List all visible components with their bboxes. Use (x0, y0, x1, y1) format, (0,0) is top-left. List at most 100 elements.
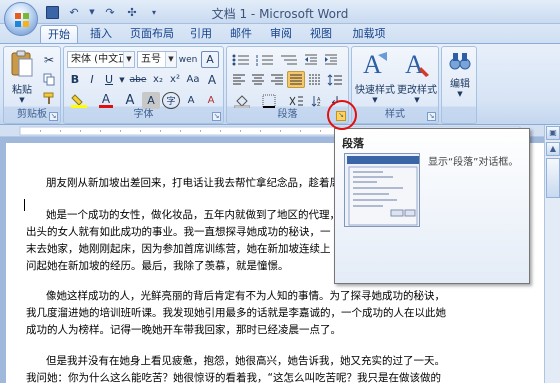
styles-group-label: 样式 (385, 109, 405, 120)
office-button[interactable] (4, 2, 38, 36)
change-case-button[interactable]: Aa (184, 71, 202, 88)
line-spacing-icon[interactable] (325, 71, 345, 88)
font-color-button[interactable]: A (94, 92, 118, 109)
align-left-icon[interactable] (230, 71, 248, 88)
highlighter-icon (71, 93, 87, 108)
editing-label: 编辑 (450, 79, 470, 90)
tab-review[interactable]: 审阅 (264, 25, 298, 43)
char-shading-button[interactable]: A (142, 92, 160, 109)
doc-line: 像她这样成功的人，光鲜亮丽的背后肯定有不为人知的事情。为了探寻她成功的秘诀， (46, 290, 445, 302)
window-title: 文档 1 - Microsoft Word (211, 7, 349, 21)
distributed-icon[interactable] (306, 71, 324, 88)
borders-icon[interactable] (257, 92, 281, 109)
paste-label: 粘贴 (12, 85, 32, 96)
format-painter-icon[interactable] (41, 90, 57, 106)
ribbon-tabs: 开始 插入 页面布局 引用 邮件 审阅 视图 加载项 (0, 24, 560, 43)
justify-icon[interactable] (287, 71, 305, 88)
tab-view[interactable]: 视图 (304, 25, 338, 43)
scroll-thumb[interactable] (546, 158, 560, 198)
doc-line: 我问她：你为什么这么能吃苦？她很惊讶的看着我，“这怎么叫吃苦呢？我只是在做该做的 (26, 372, 441, 383)
increase-indent-icon[interactable] (322, 51, 340, 68)
tab-home[interactable]: 开始 (40, 25, 78, 43)
chevron-down-icon[interactable]: ▼ (457, 90, 462, 98)
cut-icon[interactable]: ✂ (41, 52, 57, 68)
superscript-button[interactable]: x² (167, 71, 183, 88)
tooltip-description: 显示“段落”对话框。 (428, 157, 519, 168)
sort-icon[interactable]: AZ (309, 92, 325, 109)
tab-addins[interactable]: 加载项 (346, 25, 392, 43)
tab-mailings[interactable]: 邮件 (224, 25, 258, 43)
phonetic-guide-button[interactable]: wen (179, 51, 198, 68)
chinese-layout-icon[interactable] (285, 92, 307, 109)
doc-line: 成功的人为榜样。记得一晚她开车带我回家，那时已经凌晨一点了。 (26, 324, 341, 336)
bullets-button[interactable] (230, 51, 252, 68)
doc-line: 问起她在新加坡的经历。最后，我除了羡慕，就是憧憬。 (26, 260, 289, 272)
doc-line: 她是一个成功的女性，做化妆品，五年内就做到了地区的代理， (46, 209, 340, 221)
font-launcher-icon[interactable]: ↘ (212, 112, 221, 121)
align-center-icon[interactable] (249, 71, 267, 88)
font-size-a-button[interactable]: A (120, 92, 140, 109)
tooltip-title: 段落 (342, 137, 364, 150)
shading-icon[interactable] (230, 92, 254, 109)
svg-text:A: A (363, 50, 382, 79)
chevron-down-icon[interactable]: ▼ (372, 96, 377, 104)
multilevel-list-button[interactable] (278, 51, 300, 68)
vertical-scrollbar[interactable]: ▣ ▲ (544, 125, 560, 383)
quick-styles-button[interactable]: A 快速样式 ▼ (354, 49, 396, 107)
bold-button[interactable]: B (67, 71, 83, 88)
font-size-combo[interactable]: 五号 ▼ (137, 51, 177, 68)
paste-button[interactable]: 粘贴 ▼ (7, 49, 37, 107)
chevron-down-icon[interactable]: ▼ (118, 71, 126, 88)
office-logo-icon (15, 13, 29, 27)
underline-button[interactable]: U (101, 71, 117, 88)
paragraph-dialog-preview (344, 153, 420, 227)
title-bar: ↶ ▼ ↷ ✣ ▾ 文档 1 - Microsoft Word (0, 0, 560, 24)
chevron-down-icon[interactable]: ▼ (414, 96, 419, 104)
decrease-indent-icon[interactable] (302, 51, 320, 68)
tab-page-layout[interactable]: 页面布局 (124, 25, 180, 43)
enclose-char-button[interactable]: 字 (162, 92, 180, 109)
shrink-font-button[interactable]: A (182, 92, 200, 109)
doc-line: 朋友刚从新加坡出差回来，打电话让我去帮忙拿纪念品，趁着周末 (46, 177, 351, 189)
chevron-down-icon[interactable]: ▼ (19, 96, 24, 104)
svg-text:A: A (405, 50, 424, 79)
svg-text:Z: Z (317, 102, 321, 107)
styles-group: A 快速样式 ▼ A 更改样式 ▼ 样式 ↘ (351, 46, 439, 124)
subscript-button[interactable]: x₂ (150, 71, 166, 88)
numbering-button[interactable] (254, 51, 276, 68)
change-styles-icon: A (405, 50, 429, 79)
font-group: 宋体 (中文正) ▼ 五号 ▼ wen A B I U ▼ abe x₂ x² … (63, 46, 224, 124)
strikethrough-button[interactable]: abe (128, 71, 148, 88)
doc-line: 末去她家，她刚刚起床，因为参加首席训练营，她在新加坡连续上 (26, 243, 331, 255)
scroll-up-icon[interactable]: ▲ (546, 142, 560, 156)
ribbon: 粘贴 ▼ ✂ 剪贴板 ↘ 宋体 (中文正) ▼ 五号 ▼ wen A B I U (0, 43, 560, 125)
editing-button[interactable]: 编辑 ▼ (444, 49, 476, 107)
multilevel-list-icon (281, 55, 297, 64)
italic-button[interactable]: I (84, 71, 100, 88)
tab-insert[interactable]: 插入 (82, 25, 120, 43)
font-name-combo[interactable]: 宋体 (中文正) ▼ (67, 51, 135, 68)
font-size-value: 五号 (141, 54, 161, 65)
clear-formatting-button[interactable]: A (202, 92, 220, 109)
align-right-icon[interactable] (268, 71, 286, 88)
chevron-down-icon[interactable]: ▼ (123, 52, 134, 67)
change-styles-button[interactable]: A 更改样式 ▼ (396, 49, 438, 107)
binoculars-icon (449, 53, 471, 70)
ruler-toggle-icon[interactable]: ▣ (546, 126, 560, 140)
bullets-icon (232, 54, 249, 65)
styles-launcher-icon[interactable]: ↘ (427, 112, 436, 121)
doc-line: 我几度溜进她的培训班听课。我发现她引用最多的话就是李嘉诚的，一个成功的人在以此她 (26, 307, 446, 319)
editing-group: 编辑 ▼ (441, 46, 477, 124)
grow-font-button[interactable]: A (203, 71, 221, 88)
clipboard-launcher-icon[interactable]: ↘ (49, 112, 58, 121)
highlight-button[interactable] (67, 92, 91, 109)
tab-references[interactable]: 引用 (184, 25, 218, 43)
change-styles-label: 更改样式 (397, 85, 437, 96)
font-group-label: 字体 (133, 109, 154, 120)
copy-icon[interactable] (41, 71, 57, 87)
char-border-button[interactable]: A (201, 51, 219, 68)
doc-line: 出头的女人就有如此成功的事业。我一直想探寻她成功的秘诀，一 (26, 226, 331, 238)
text-cursor (24, 199, 25, 211)
numbering-icon (256, 54, 273, 66)
chevron-down-icon[interactable]: ▼ (165, 52, 176, 67)
